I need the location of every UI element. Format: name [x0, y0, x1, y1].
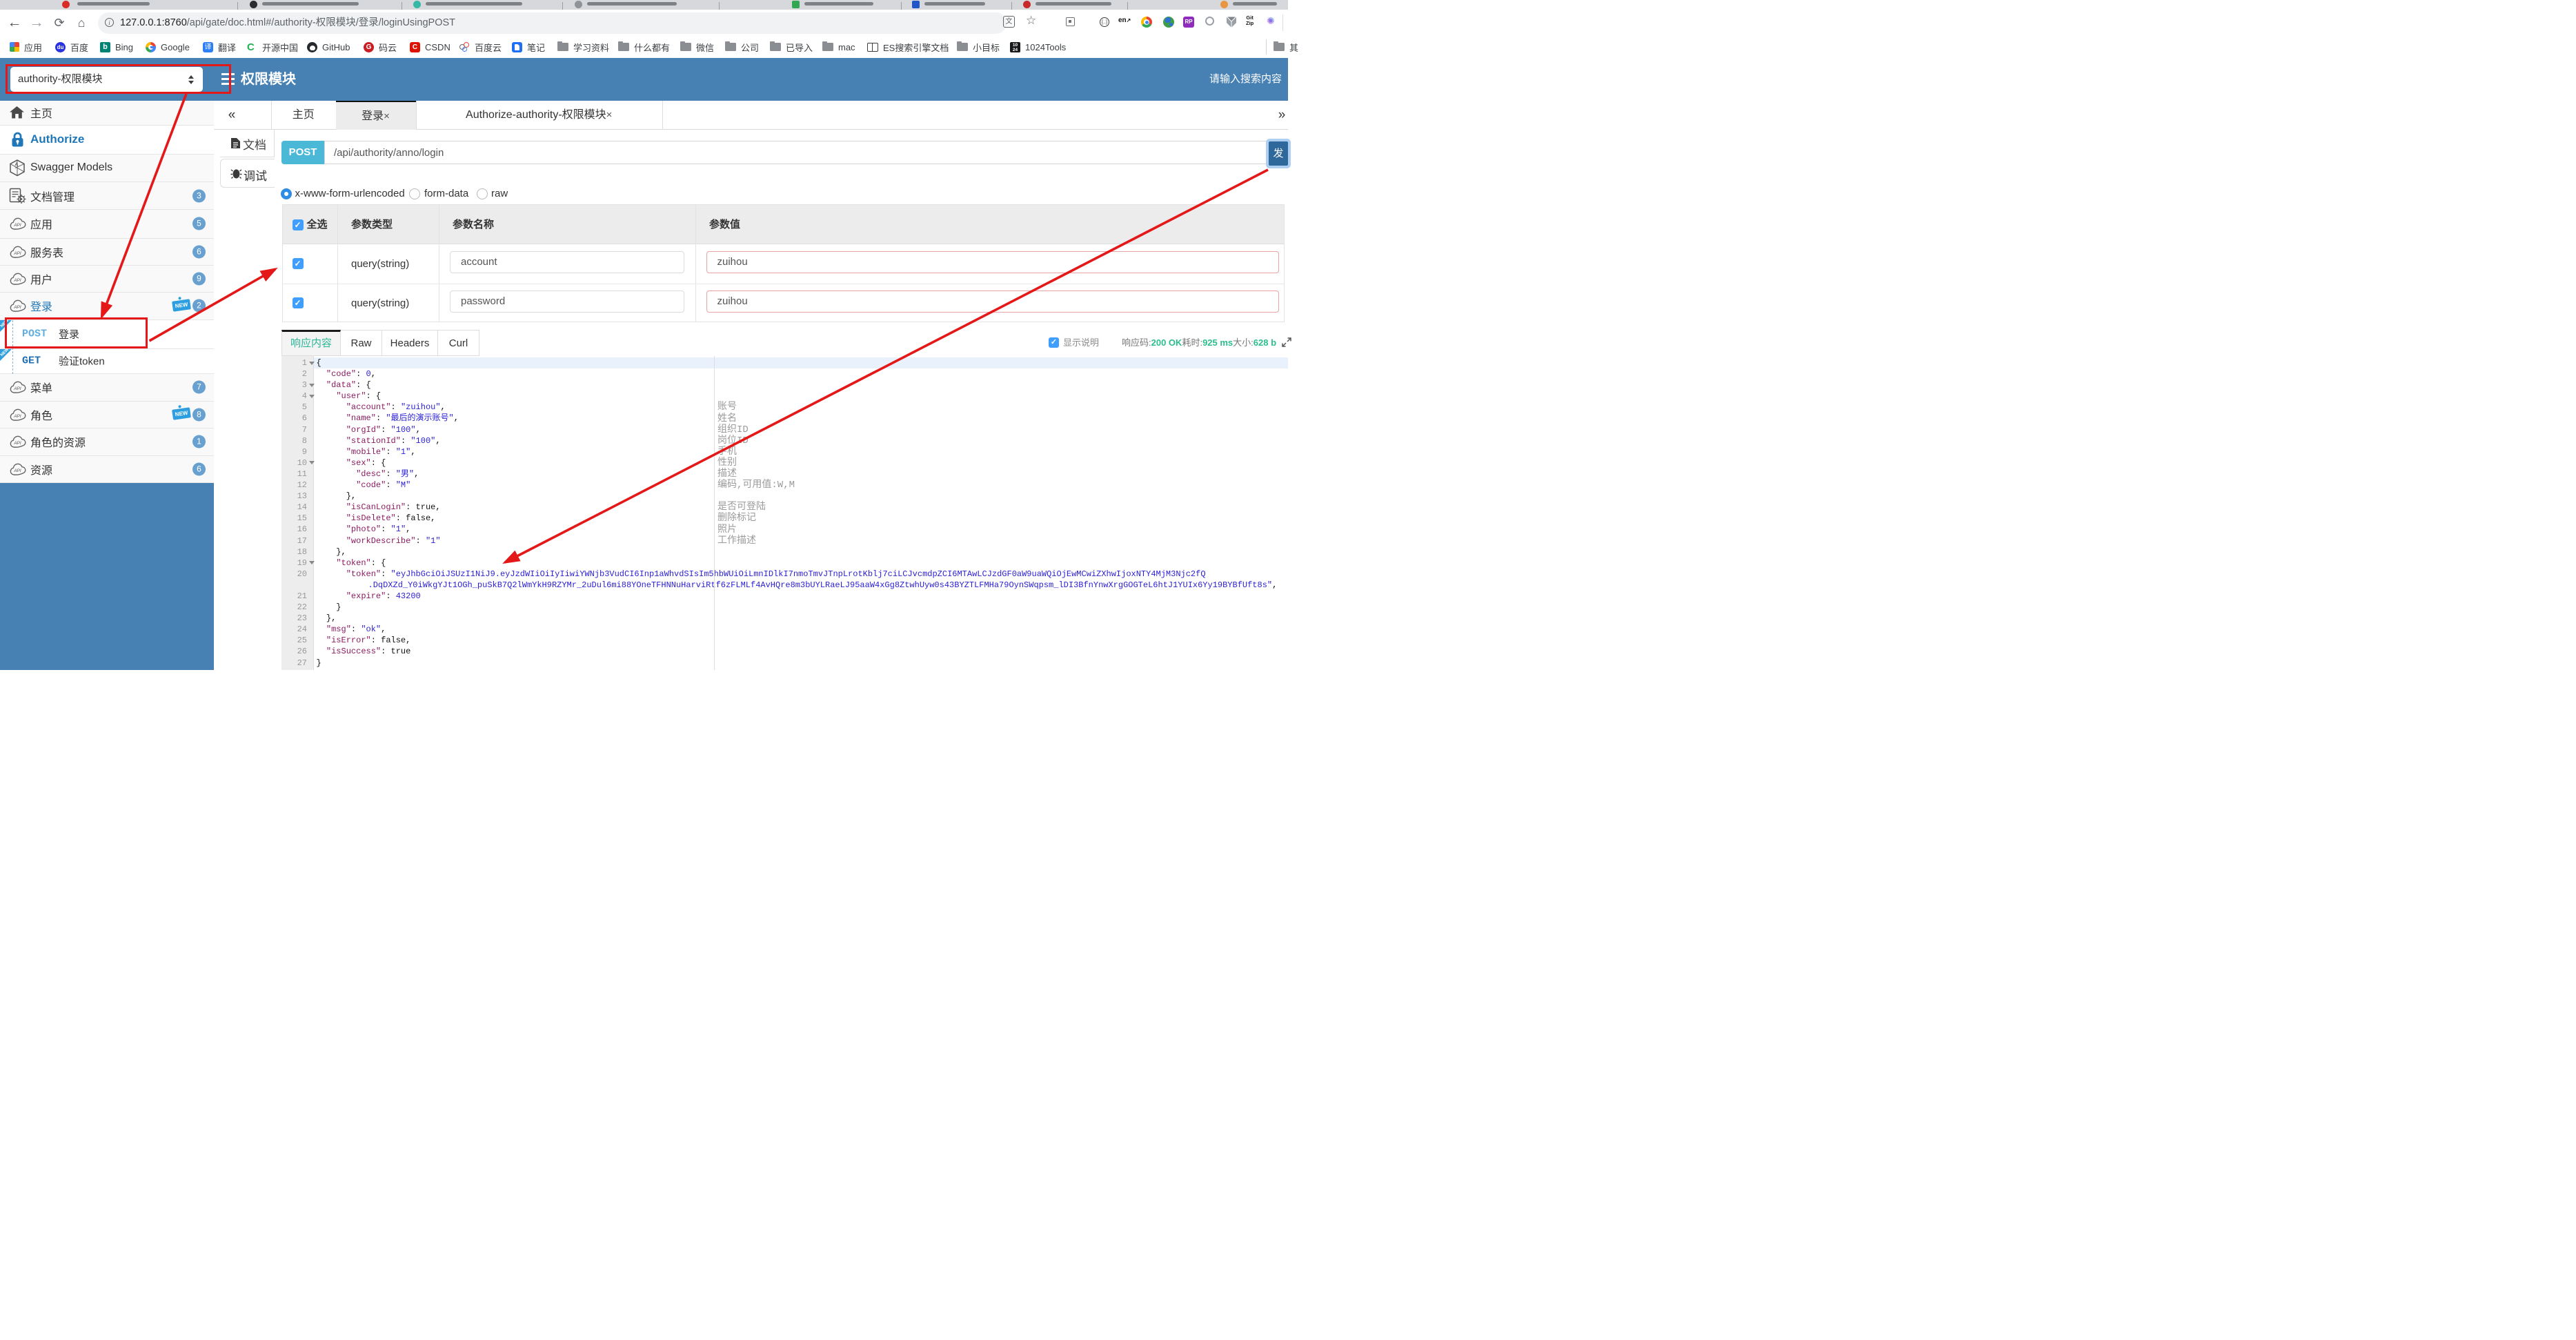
svg-text:API: API — [13, 441, 21, 446]
svg-text:API: API — [13, 414, 21, 419]
svg-text:A: A — [15, 163, 19, 168]
svg-text:API: API — [13, 305, 21, 310]
svg-text:API: API — [13, 386, 21, 391]
svg-text:API: API — [13, 251, 21, 256]
svg-text:API: API — [13, 278, 21, 283]
svg-text:API: API — [13, 223, 21, 228]
svg-text:API: API — [13, 469, 21, 473]
